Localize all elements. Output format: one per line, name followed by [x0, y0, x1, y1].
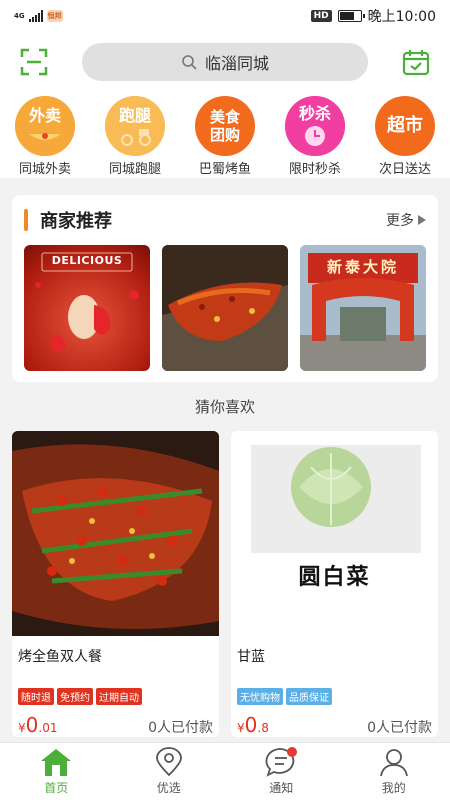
product-image-text: 圆白菜	[298, 564, 371, 590]
top-bar: 临淄同城	[0, 32, 450, 92]
status-bar: 4G 恒邦 HD 晚上10:00	[0, 0, 450, 32]
scan-button[interactable]	[14, 42, 54, 82]
category-label: 次日送达	[378, 162, 431, 177]
product-price: ¥0.01	[18, 713, 58, 737]
product-price: ¥0.8	[237, 713, 269, 737]
category-label: 同城外卖	[18, 162, 71, 177]
more-label: 更多	[386, 213, 414, 229]
product-card[interactable]: 烤全鱼双人餐 随时退 免预约 过期自动 ¥0.01 0人已付款	[12, 431, 219, 737]
product-tag: 随时退	[18, 688, 54, 705]
errand-icon: 跑腿	[105, 96, 165, 156]
unread-dot	[287, 747, 297, 757]
home-icon	[41, 749, 72, 776]
merchant-recommend-card: 商家推荐 更多 DELICIOUS 新泰大院	[12, 195, 438, 382]
sold-count: 0人已付款	[148, 720, 213, 736]
merchant-image-caption: DELICIOUS	[51, 254, 123, 267]
tab-home[interactable]: 首页	[0, 743, 113, 800]
tab-label: 首页	[44, 781, 69, 795]
battery-icon	[337, 10, 365, 22]
category-group-buy[interactable]: 美食 团购 巴蜀烤鱼	[185, 96, 265, 178]
merchant-image-dessert[interactable]: DELICIOUS	[24, 245, 150, 371]
takeout-icon: 外卖	[15, 96, 75, 156]
product-name: 甘蓝	[237, 649, 265, 665]
network-type: 4G	[14, 11, 25, 20]
category-label: 限时秒杀	[288, 162, 341, 177]
signal-icon	[28, 10, 43, 22]
search-bar[interactable]: 临淄同城	[82, 43, 368, 81]
category-label: 同城跑腿	[108, 162, 161, 177]
product-tag: 免预约	[57, 688, 93, 705]
sold-count: 0人已付款	[367, 720, 432, 736]
app-notification-icon: 恒邦	[46, 10, 63, 22]
product-image: 圆白菜	[231, 431, 438, 636]
section-accent-bar	[24, 209, 28, 231]
category-row: 外卖 同城外卖 跑腿 同城跑腿 美食 团购 巴蜀烤鱼 秒杀 限时秒杀 超市 次日…	[0, 92, 450, 178]
product-tag: 品质保证	[286, 688, 332, 705]
hd-icon: HD	[310, 10, 332, 22]
category-flash-sale[interactable]: 秒杀 限时秒杀	[275, 96, 355, 178]
tab-notifications[interactable]: 通知	[225, 743, 338, 800]
location-icon	[155, 747, 182, 777]
tab-preferred[interactable]: 优选	[113, 743, 226, 800]
clock: 晚上10:00	[367, 9, 436, 25]
guess-you-like-title: 猜你喜欢	[194, 398, 255, 416]
search-icon	[182, 55, 197, 70]
tab-label: 优选	[156, 781, 181, 795]
product-tag: 无忧购物	[237, 688, 283, 705]
calendar-button[interactable]	[396, 42, 436, 82]
merchant-title: 商家推荐	[40, 211, 112, 232]
product-image	[12, 431, 219, 636]
more-link[interactable]: 更多	[386, 210, 426, 230]
takeout-icon-text: 外卖	[28, 106, 61, 125]
product-card[interactable]: 圆白菜 甘蓝 无忧购物 品质保证 ¥0.8 0人已付款	[231, 431, 438, 737]
product-tag: 过期自动	[96, 688, 142, 705]
merchant-image-caption: 新泰大院	[326, 258, 399, 276]
tab-label: 我的	[381, 781, 406, 795]
bottom-tab-bar: 首页 优选 通知 我的	[0, 742, 450, 800]
search-text: 临淄同城	[204, 54, 269, 73]
product-name: 烤全鱼双人餐	[18, 649, 102, 665]
scan-icon	[20, 48, 48, 76]
flash-sale-icon-text: 秒杀	[298, 104, 331, 123]
person-icon	[379, 749, 408, 777]
supermarket-icon: 超市	[375, 96, 435, 156]
triangle-right-icon	[418, 215, 426, 225]
errand-icon-text: 跑腿	[118, 106, 151, 125]
category-errand[interactable]: 跑腿 同城跑腿	[95, 96, 175, 178]
merchant-image-grilled-fish[interactable]	[162, 245, 288, 371]
supermarket-icon-text: 超市	[387, 115, 423, 136]
merchant-header: 商家推荐 更多	[12, 195, 438, 245]
tab-label: 通知	[269, 781, 294, 795]
category-supermarket[interactable]: 超市 次日送达	[365, 96, 445, 178]
category-takeout[interactable]: 外卖 同城外卖	[5, 96, 85, 178]
calendar-icon	[402, 50, 430, 76]
group-buy-icon: 美食 团购	[195, 96, 255, 156]
tab-profile[interactable]: 我的	[338, 743, 450, 800]
group-buy-icon-text: 美食 团购	[209, 108, 240, 144]
flash-sale-icon: 秒杀	[285, 96, 345, 156]
category-label: 巴蜀烤鱼	[198, 162, 251, 177]
merchant-image-restaurant-gate[interactable]: 新泰大院	[300, 245, 426, 371]
